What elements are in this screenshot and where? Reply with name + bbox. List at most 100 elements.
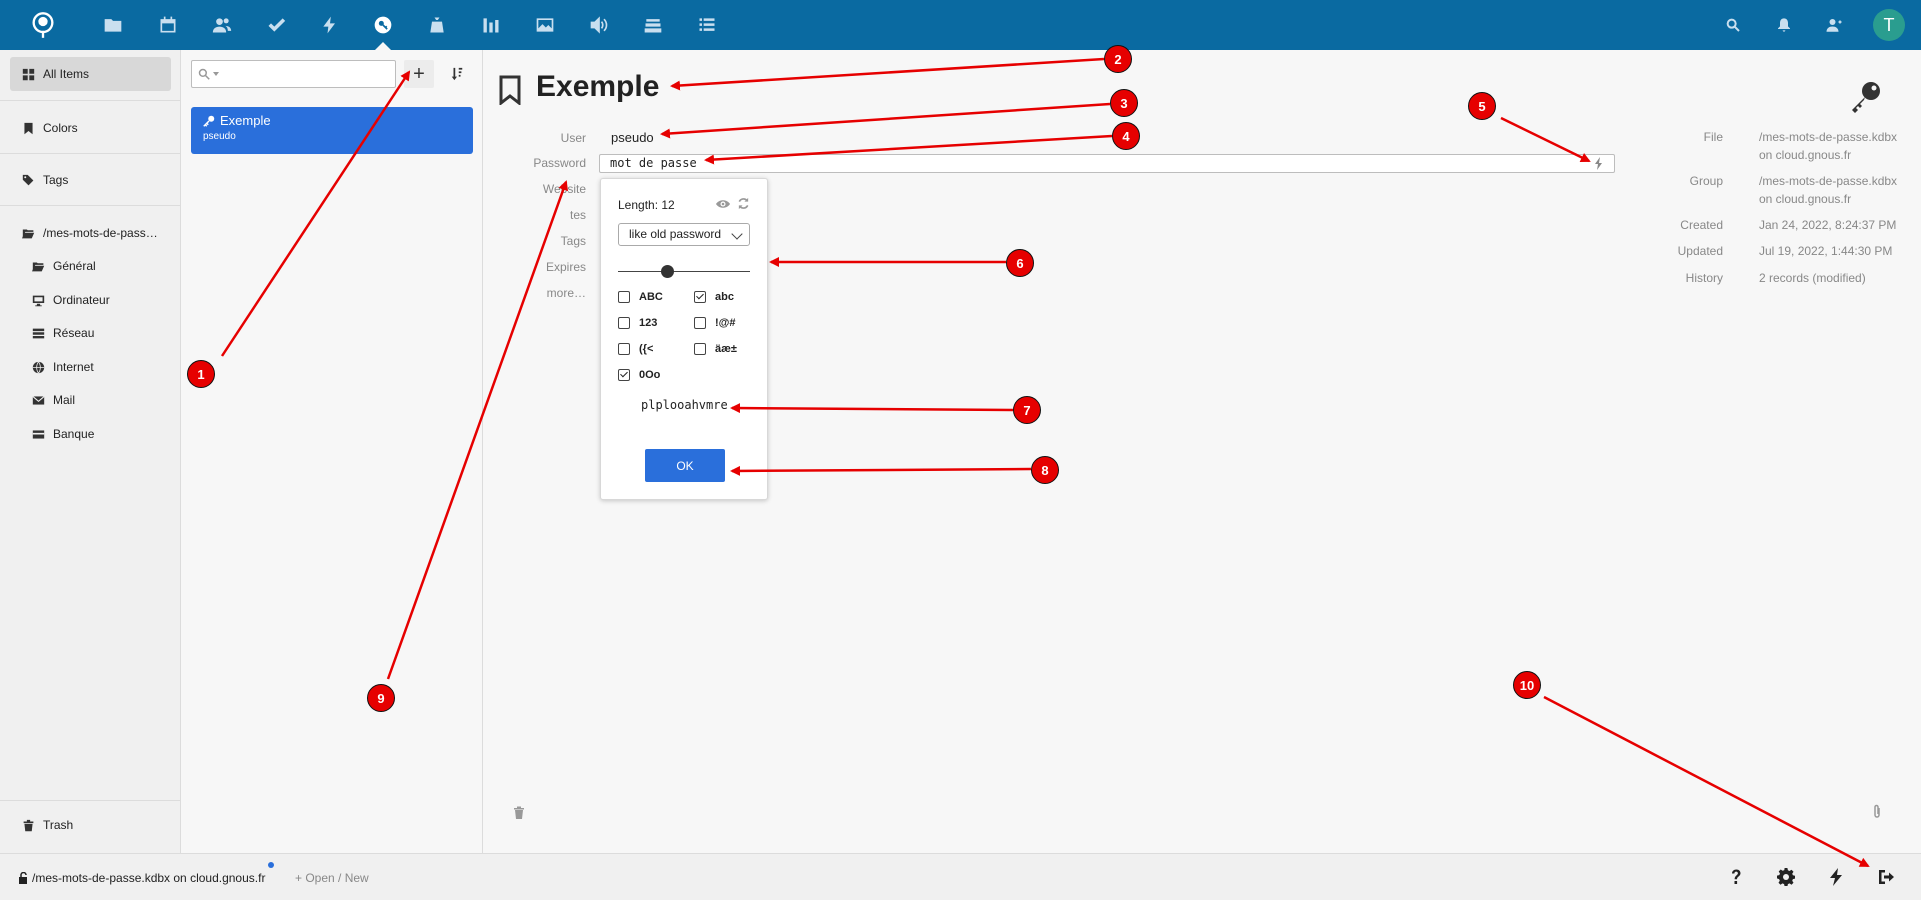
contacts-menu-icon[interactable]	[1812, 0, 1856, 50]
logo-icon[interactable]	[21, 0, 65, 50]
add-entry-button[interactable]: +	[404, 60, 434, 88]
expires-label[interactable]: Expires	[483, 260, 586, 274]
calendar-icon[interactable]	[146, 0, 190, 50]
sidebar-item-label: Tags	[43, 173, 69, 187]
length-slider[interactable]	[618, 265, 750, 279]
entry-title: Exemple	[220, 113, 271, 128]
checkbox[interactable]	[694, 343, 706, 355]
checkbox[interactable]	[694, 317, 706, 329]
tags-label[interactable]: Tags	[483, 234, 586, 248]
footer-database[interactable]: /mes-mots-de-passe.kdbx on cloud.gnous.f…	[18, 871, 265, 885]
sidebar-group-internet[interactable]: Internet	[32, 355, 94, 379]
sidebar-item-label: Trash	[43, 818, 74, 832]
photos-icon[interactable]	[523, 0, 567, 50]
key-icon[interactable]	[1849, 80, 1883, 114]
notes-label[interactable]: tes	[483, 208, 586, 222]
ok-button[interactable]: OK	[645, 449, 725, 482]
generator-icon[interactable]	[1825, 866, 1847, 888]
sidebar-item-root-group[interactable]: /mes-mots-de-pass…	[10, 216, 171, 250]
annotation-badge: 2	[1104, 45, 1132, 73]
preset-value: like old password	[629, 227, 722, 241]
money-icon[interactable]	[415, 0, 459, 50]
tasks-icon[interactable]	[254, 0, 298, 50]
generated-password-preview[interactable]: plplooahvmre	[641, 398, 728, 412]
option-digits[interactable]: 123	[618, 317, 657, 329]
sort-button[interactable]	[442, 60, 472, 88]
slider-handle[interactable]	[660, 265, 674, 278]
refresh-icon[interactable]	[737, 197, 750, 210]
website-label[interactable]: Website	[483, 182, 586, 196]
divider	[0, 100, 181, 101]
logout-icon[interactable]	[1875, 866, 1897, 888]
paperclip-icon[interactable]	[1871, 804, 1883, 819]
group-value[interactable]: /mes-mots-de-passe.kdbx on cloud.gnous.f…	[1759, 172, 1897, 208]
option-uppercase[interactable]: ABC	[618, 291, 663, 303]
group-label: Mail	[53, 393, 76, 407]
passwords-icon[interactable]	[361, 0, 405, 50]
sync-dot	[268, 862, 274, 868]
chevron-down-icon[interactable]	[213, 72, 219, 76]
option-symbols[interactable]: !@#	[694, 317, 736, 329]
audio-icon[interactable]	[577, 0, 621, 50]
sort-icon	[451, 67, 463, 81]
option-high-chars[interactable]: äæ±	[694, 343, 737, 355]
sidebar-item-all-items[interactable]: All Items	[10, 57, 171, 91]
option-label: ABC	[639, 291, 663, 303]
option-brackets[interactable]: ({<	[618, 343, 653, 355]
generate-password-icon[interactable]	[1592, 156, 1606, 171]
sidebar-group-banque[interactable]: Banque	[32, 422, 94, 446]
entry-title[interactable]: Exemple	[536, 70, 659, 104]
sidebar-group-ordinateur[interactable]: Ordinateur	[32, 288, 110, 312]
search-icon[interactable]	[1711, 0, 1755, 50]
sidebar-item-colors[interactable]: Colors	[10, 111, 171, 145]
length-label: Length: 12	[618, 198, 675, 212]
sidebar-item-tags[interactable]: Tags	[10, 163, 171, 197]
activity-icon[interactable]	[308, 0, 352, 50]
password-field[interactable]: mot de passe	[599, 154, 1615, 173]
trash-icon[interactable]	[513, 806, 525, 819]
folder-icon[interactable]	[91, 0, 135, 50]
desktop-icon	[32, 295, 45, 306]
updated-value: Jul 19, 2022, 1:44:30 PM	[1759, 244, 1893, 258]
help-icon[interactable]	[1725, 866, 1747, 888]
avatar[interactable]: T	[1873, 9, 1905, 41]
settings-icon[interactable]	[1775, 866, 1797, 888]
more-link[interactable]: more…	[483, 286, 586, 300]
user-value[interactable]: pseudo	[611, 130, 654, 145]
list-icon[interactable]	[685, 0, 729, 50]
sidebar-item-trash[interactable]: Trash	[10, 808, 171, 842]
checkbox[interactable]	[694, 291, 706, 303]
footer-bar: /mes-mots-de-passe.kdbx on cloud.gnous.f…	[0, 853, 1921, 900]
sidebar-group-mail[interactable]: Mail	[32, 388, 75, 412]
sidebar-group-general[interactable]: Général	[32, 254, 96, 278]
history-link[interactable]: 2 records (modified)	[1759, 269, 1866, 287]
preset-select[interactable]: like old password	[618, 223, 750, 246]
tags-icon	[22, 174, 34, 185]
entry-list-panel: + Exemple pseudo	[181, 50, 483, 853]
option-label: 0Oo	[639, 369, 661, 381]
grid-icon	[22, 68, 35, 80]
deck-icon[interactable]	[631, 0, 675, 50]
checkbox[interactable]	[618, 343, 630, 355]
open-new-button[interactable]: + Open / New	[295, 871, 369, 885]
sidebar-item-label: /mes-mots-de-pass…	[43, 226, 158, 240]
sidebar: All Items Colors Tags /mes-mots-de-pass……	[0, 50, 181, 853]
bell-icon[interactable]	[1762, 0, 1806, 50]
search-input[interactable]	[191, 60, 396, 88]
contacts-icon[interactable]	[200, 0, 244, 50]
sidebar-group-reseau[interactable]: Réseau	[32, 321, 94, 345]
checkbox[interactable]	[618, 291, 630, 303]
globe-icon	[32, 361, 45, 373]
checkbox[interactable]	[618, 317, 630, 329]
option-ambiguous[interactable]: 0Oo	[618, 369, 660, 381]
charts-icon[interactable]	[469, 0, 513, 50]
option-lowercase[interactable]: abc	[694, 291, 734, 303]
password-value: mot de passe	[610, 156, 697, 170]
eye-icon[interactable]	[715, 198, 731, 210]
server-icon	[32, 328, 45, 338]
option-label: !@#	[715, 317, 736, 329]
list-item[interactable]: Exemple pseudo	[191, 107, 473, 154]
bookmark-icon[interactable]	[499, 75, 521, 105]
created-value: Jan 24, 2022, 8:24:37 PM	[1759, 218, 1897, 232]
checkbox[interactable]	[618, 369, 630, 381]
